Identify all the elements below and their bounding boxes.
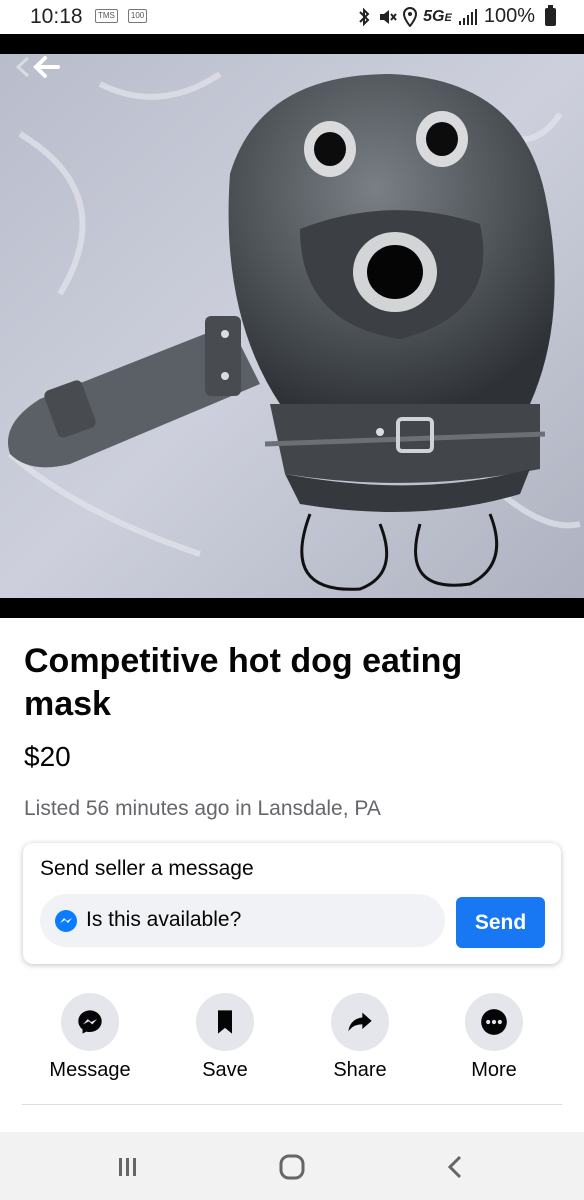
back-nav-icon[interactable] <box>436 1152 476 1182</box>
more-dots-icon <box>481 1009 507 1035</box>
divider <box>22 1104 562 1105</box>
more-action[interactable]: More <box>424 993 564 1082</box>
send-message-heading: Send seller a message <box>40 857 254 880</box>
message-input[interactable]: Is this available? <box>40 894 445 947</box>
more-action-label: More <box>471 1059 517 1081</box>
network-type: 5GE <box>423 7 452 25</box>
share-action-label: Share <box>333 1059 387 1081</box>
back-arrow-icon[interactable] <box>14 50 64 84</box>
recent-apps-icon[interactable] <box>107 1152 147 1182</box>
message-action[interactable]: Message <box>20 993 160 1082</box>
listing-title: Competitive hot dog eating mask <box>24 642 463 723</box>
location-icon <box>403 6 418 27</box>
battery-icon <box>545 4 556 26</box>
listing-photo[interactable] <box>0 54 584 598</box>
home-icon[interactable] <box>272 1152 312 1182</box>
status-bar: 10:18 TMS 100 5GE 100% <box>0 0 584 34</box>
mute-icon <box>380 9 397 24</box>
message-input-text: Is this available? <box>86 908 242 931</box>
send-message-card: Send seller a message Is this available?… <box>23 843 561 964</box>
signal-icon <box>458 8 477 25</box>
notification-icon: TMS <box>95 9 118 23</box>
system-nav-bar <box>0 1132 584 1200</box>
notification-icon-2: 100 <box>127 9 148 23</box>
status-time: 10:18 <box>30 5 83 28</box>
save-action[interactable]: Save <box>155 993 295 1082</box>
bookmark-icon <box>218 1010 232 1034</box>
bluetooth-icon <box>359 7 370 26</box>
messenger-icon <box>78 1010 102 1034</box>
share-arrow-icon <box>348 1012 372 1032</box>
messenger-icon <box>55 910 77 932</box>
save-action-label: Save <box>202 1059 248 1081</box>
share-action[interactable]: Share <box>290 993 430 1082</box>
send-button[interactable]: Send <box>456 897 545 948</box>
listing-photo-frame <box>0 34 584 618</box>
listing-meta: Listed 56 minutes ago in Lansdale, PA <box>24 797 381 820</box>
battery-percent: 100% <box>483 5 535 27</box>
listing-price: $20 <box>24 741 71 772</box>
message-action-label: Message <box>49 1059 131 1081</box>
